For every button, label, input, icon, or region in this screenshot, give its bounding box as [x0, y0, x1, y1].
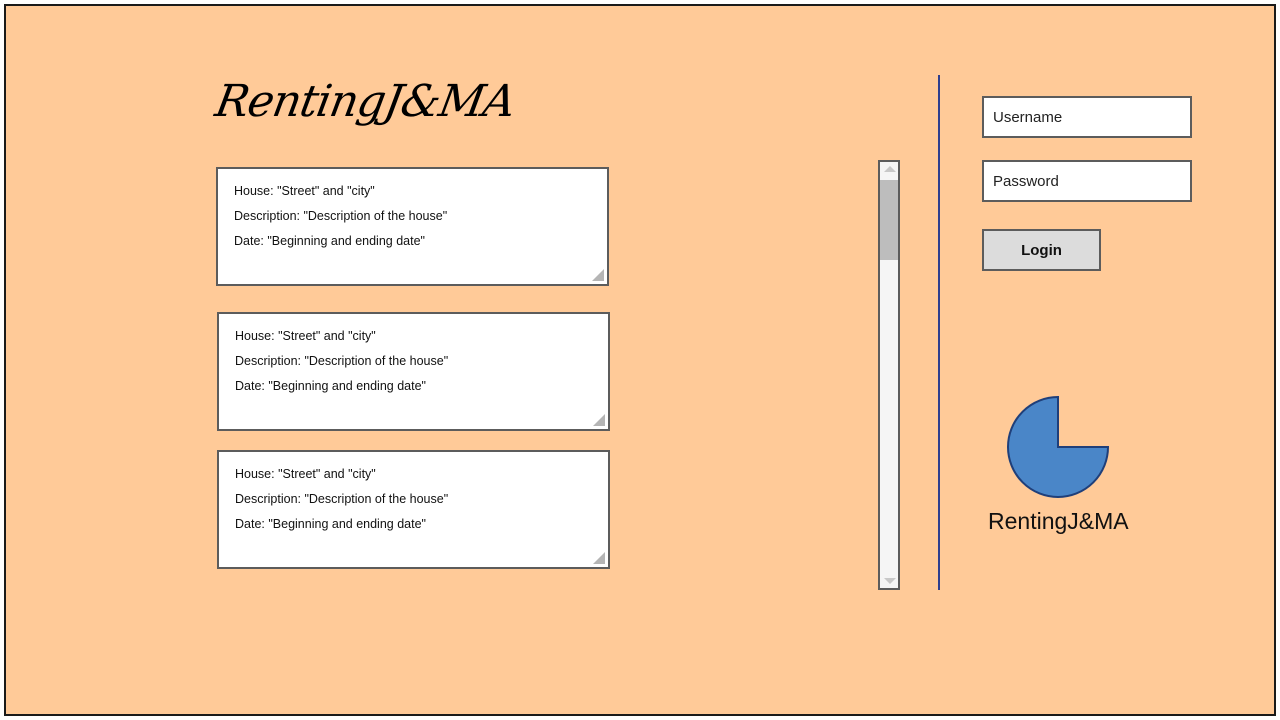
username-input[interactable]	[982, 96, 1192, 138]
listings-scrollbar[interactable]	[878, 160, 900, 590]
resize-grip-icon[interactable]	[592, 269, 604, 281]
listing-description: Description: "Description of the house"	[235, 354, 449, 368]
listing-house: House: "Street" and "city"	[235, 329, 376, 343]
listing-date: Date: "Beginning and ending date"	[234, 234, 425, 248]
vertical-divider	[938, 75, 940, 590]
listing-card[interactable]: House: "Street" and "city" Description: …	[216, 167, 609, 286]
scrollbar-thumb[interactable]	[880, 180, 898, 260]
brand-name: RentingJ&MA	[988, 508, 1129, 534]
listing-date: Date: "Beginning and ending date"	[235, 379, 426, 393]
listing-card[interactable]: House: "Street" and "city" Description: …	[217, 312, 610, 431]
listing-description: Description: "Description of the house"	[235, 492, 449, 506]
brand-pie-logo-icon	[1007, 395, 1110, 498]
listing-description: Description: "Description of the house"	[234, 209, 448, 223]
listing-house: House: "Street" and "city"	[235, 467, 376, 481]
scroll-up-arrow-icon[interactable]	[884, 166, 896, 172]
app-frame: RentingJ&MA House: "Street" and "city" D…	[4, 4, 1276, 716]
resize-grip-icon[interactable]	[593, 414, 605, 426]
resize-grip-icon[interactable]	[593, 552, 605, 564]
app-logo: RentingJ&MA	[211, 76, 519, 127]
listing-date: Date: "Beginning and ending date"	[235, 517, 426, 531]
login-button[interactable]: Login	[982, 229, 1101, 271]
password-input[interactable]	[982, 160, 1192, 202]
listing-card[interactable]: House: "Street" and "city" Description: …	[217, 450, 610, 569]
listing-house: House: "Street" and "city"	[234, 184, 375, 198]
scroll-down-arrow-icon[interactable]	[884, 578, 896, 584]
